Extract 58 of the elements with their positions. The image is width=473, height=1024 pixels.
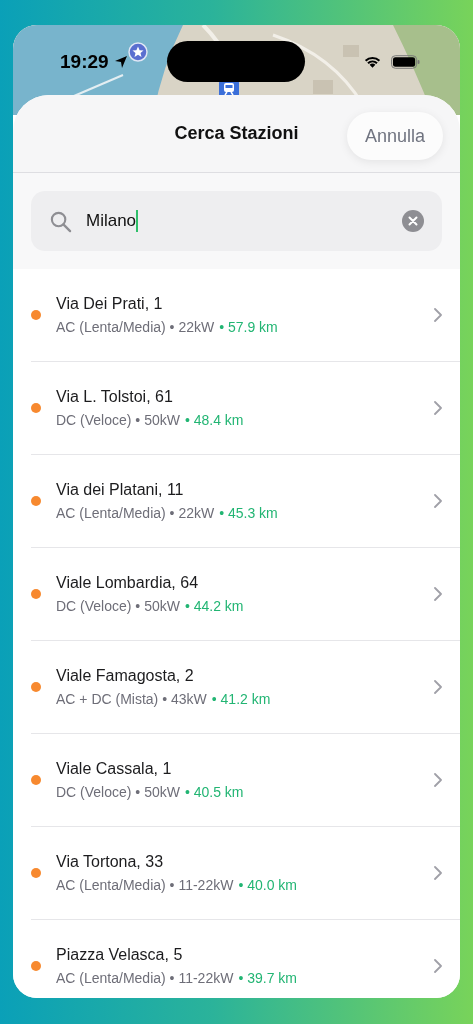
chevron-icon [434, 866, 442, 880]
cancel-button[interactable]: Annulla [346, 112, 443, 160]
status-dot [31, 868, 41, 878]
chevron-icon [434, 308, 442, 322]
status-dot [31, 961, 41, 971]
station-details: AC (Lenta/Media) • 22kW [56, 505, 215, 521]
station-details: DC (Veloce) • 50kW [56, 598, 180, 614]
station-name: Viale Lombardia, 64 [56, 574, 200, 592]
location-arrow-icon [114, 55, 128, 69]
station-distance: • 39.7 km [238, 970, 297, 986]
status-dot [31, 589, 41, 599]
wifi-icon [363, 55, 382, 69]
station-name: Via Dei Prati, 1 [56, 295, 164, 313]
station-name: Via Tortona, 33 [56, 853, 165, 871]
station-name: Viale Famagosta, 2 [56, 667, 195, 685]
station-details: AC (Lenta/Media) • 11-22kW [56, 970, 234, 986]
station-row[interactable]: Viale Lombardia, 64 DC (Veloce) • 50kW • 44.2 km [31, 548, 460, 641]
status-dot [31, 775, 41, 785]
station-distance: • 48.4 km [184, 412, 244, 428]
station-name: Via L. Tolstoi, 61 [56, 388, 174, 406]
station-distance: • 40.5 km [184, 784, 244, 800]
station-row[interactable]: Viale Famagosta, 2 AC + DC (Mista) • 43kW • 41.2 km [31, 641, 460, 734]
battery-icon [391, 55, 420, 69]
status-dot [31, 496, 41, 506]
station-row[interactable]: Via Dei Prati, 1 AC (Lenta/Media) • 22kW • 57.9 km [31, 269, 460, 362]
station-distance: • 44.2 km [184, 598, 244, 614]
chevron-icon [434, 401, 442, 415]
station-row[interactable]: Via Tortona, 33 AC (Lenta/Media) • 11-22kW • 40.0 km [31, 827, 460, 920]
status-dot [31, 682, 41, 692]
station-distance: • 41.2 km [211, 691, 271, 707]
status-dot [31, 403, 41, 413]
clear-icon[interactable] [402, 210, 424, 232]
star-pin-icon [128, 42, 148, 62]
station-distance: • 57.9 km [219, 319, 278, 335]
station-row[interactable]: Via dei Platani, 11 AC (Lenta/Media) • 22kW • 45.3 km [31, 455, 460, 548]
station-name: Via dei Platani, 11 [56, 481, 185, 499]
station-name: Piazza Velasca, 5 [56, 946, 184, 964]
station-details: AC (Lenta/Media) • 22kW [56, 319, 215, 335]
chevron-icon [434, 773, 442, 787]
chevron-icon [434, 587, 442, 601]
station-distance: • 40.0 km [238, 877, 297, 893]
chevron-icon [434, 494, 442, 508]
search-icon [49, 209, 72, 233]
station-details: DC (Veloce) • 50kW [56, 784, 180, 800]
sheet-title: Cerca Stazioni [174, 123, 299, 144]
search-field[interactable]: Milano [31, 191, 442, 251]
station-details: AC + DC (Mista) • 43kW [56, 691, 207, 707]
chevron-icon [434, 959, 442, 973]
station-row[interactable]: Piazza Velasca, 5 AC (Lenta/Media) • 11-22kW • 39.7 km [31, 920, 460, 998]
station-name: Viale Cassala, 1 [56, 760, 173, 778]
station-row[interactable]: Viale Cassala, 1 DC (Veloce) • 50kW • 40.5 km [31, 734, 460, 827]
station-distance: • 45.3 km [219, 505, 278, 521]
station-details: AC (Lenta/Media) • 11-22kW [56, 877, 234, 893]
status-time: 19:29 [60, 51, 109, 73]
station-details: DC (Veloce) • 50kW [56, 412, 180, 428]
station-row[interactable]: Via L. Tolstoi, 61 DC (Veloce) • 50kW • 48.4 km [31, 362, 460, 455]
status-dot [31, 310, 41, 320]
chevron-icon [434, 680, 442, 694]
